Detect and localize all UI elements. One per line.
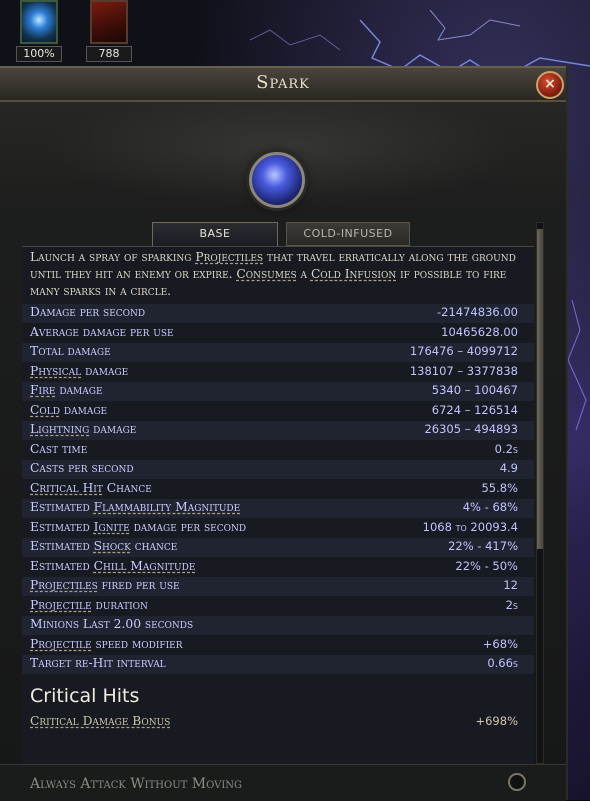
- stat-row: Estimated Ignite damage per second 1068 t…: [22, 519, 534, 538]
- stat-row: Lightning damage 26305 – 494893: [22, 421, 534, 440]
- stat-value: 10465628.00: [441, 324, 518, 339]
- stat-row: Total damage 176476 – 4099712: [22, 343, 534, 362]
- stat-label: Cast time: [30, 441, 88, 456]
- keyword-link[interactable]: Chill Magnitude: [94, 559, 196, 573]
- stat-label[interactable]: Projectiles fired per use: [30, 578, 180, 592]
- stat-value: 26305 – 494893: [424, 422, 518, 436]
- fire-demon-icon: [90, 0, 128, 44]
- stat-row: Minions Last 2.00 seconds: [22, 616, 534, 635]
- description-text: Launch a spray of sparking: [30, 250, 196, 264]
- stat-value: 176476 – 4099712: [409, 344, 518, 358]
- stat-row: Projectile duration 2s: [22, 597, 534, 616]
- stat-row: Damage per second -21474836.00: [22, 304, 534, 323]
- keyword-link[interactable]: Critical Hit: [30, 481, 103, 495]
- stat-row: Target re-Hit interval 0.66s: [22, 655, 534, 674]
- keyword-consumes[interactable]: Consumes: [236, 267, 296, 281]
- scrollbar[interactable]: [536, 222, 544, 764]
- keyword-link[interactable]: Fire: [30, 383, 55, 397]
- keyword-link[interactable]: Projectile: [30, 637, 92, 651]
- stat-value: +698%: [475, 714, 518, 728]
- tab-base[interactable]: BASE: [152, 222, 278, 246]
- always-attack-toggle[interactable]: [508, 773, 526, 791]
- stat-label[interactable]: Physical damage: [30, 364, 128, 378]
- stat-label[interactable]: Projectile duration: [30, 598, 148, 612]
- scroll-thumb[interactable]: [537, 229, 543, 549]
- keyword-link[interactable]: Ignite: [94, 520, 130, 534]
- tab-cold-infused[interactable]: COLD-INFUSED: [286, 222, 410, 246]
- stat-label: Damage per second: [30, 305, 146, 319]
- keyword-link[interactable]: Lightning: [30, 422, 89, 436]
- stat-value: 138107 – 3377838: [409, 363, 518, 378]
- stat-label: Target re-Hit interval: [30, 656, 166, 670]
- stat-value: 2s: [505, 597, 518, 612]
- stat-value: 6724 – 126514: [431, 402, 518, 417]
- keyword-projectiles[interactable]: Projectiles: [195, 250, 263, 264]
- stat-row: Estimated Chill Magnitude 22% - 50%: [22, 558, 534, 577]
- stat-row: Cold damage 6724 – 126514: [22, 402, 534, 421]
- stat-label: Casts per second: [30, 461, 134, 475]
- skill-header: [0, 102, 566, 216]
- stat-row: Estimated Shock chance 22% - 417%: [22, 538, 534, 557]
- stat-label: Total damage: [30, 344, 111, 358]
- buff-value: 788: [86, 46, 132, 62]
- keyword-link[interactable]: Shock: [94, 539, 131, 553]
- close-icon: ×: [544, 76, 556, 92]
- stat-label[interactable]: Cold damage: [30, 403, 107, 417]
- stat-label: Minions Last 2.00 seconds: [30, 617, 194, 631]
- panel-title: Spark: [256, 72, 310, 93]
- keyword-link[interactable]: Projectiles: [30, 578, 98, 592]
- stat-row: Critical Damage Bonus +698%: [22, 713, 534, 732]
- stat-label[interactable]: Lightning damage: [30, 422, 136, 436]
- buff-lightning[interactable]: 100%: [16, 0, 62, 64]
- keyword-link[interactable]: Cold: [30, 403, 60, 417]
- stat-row: Casts per second 4.9: [22, 460, 534, 479]
- stat-value: 0.66s: [487, 656, 518, 670]
- stat-label: Average damage per use: [30, 324, 174, 339]
- stat-value: 4% - 68%: [462, 500, 518, 514]
- stat-label[interactable]: Fire damage: [30, 383, 103, 397]
- option-label: Always Attack Without Moving: [30, 776, 243, 792]
- stat-value: 12: [503, 578, 518, 592]
- buff-value: 100%: [16, 46, 62, 62]
- stat-value: 55.8%: [481, 480, 518, 495]
- stat-row: Physical damage 138107 – 3377838: [22, 363, 534, 382]
- title-bar: Spark ×: [0, 66, 566, 102]
- stat-value: -21474836.00: [437, 305, 518, 319]
- stat-value: +68%: [482, 636, 518, 651]
- lightning-orb-icon: [20, 0, 58, 44]
- stat-label[interactable]: Critical Hit Chance: [30, 481, 152, 495]
- stat-row: Cast time 0.2s: [22, 441, 534, 460]
- stat-row: Average damage per use 10465628.00: [22, 324, 534, 343]
- stat-label[interactable]: Estimated Flammability Magnitude: [30, 500, 240, 514]
- stat-row: Estimated Flammability Magnitude 4% - 68%: [22, 499, 534, 518]
- stat-row: Projectiles fired per use 12: [22, 577, 534, 596]
- stat-value: 0.2s: [494, 441, 518, 456]
- keyword-link[interactable]: Projectile: [30, 598, 92, 612]
- close-button[interactable]: ×: [536, 71, 564, 99]
- stat-value: 5340 – 100467: [431, 383, 518, 397]
- skill-details: Launch a spray of sparking Projectiles t…: [22, 246, 534, 765]
- stat-value: 1068 to 20093.4: [422, 519, 518, 534]
- stat-label[interactable]: Estimated Ignite damage per second: [30, 520, 246, 534]
- stat-label[interactable]: Projectile speed modifier: [30, 637, 183, 651]
- stat-row: Fire damage 5340 – 100467: [22, 382, 534, 401]
- footer-option: Always Attack Without Moving: [0, 764, 566, 801]
- skill-description: Launch a spray of sparking Projectiles t…: [30, 249, 530, 300]
- description-text: a: [296, 267, 311, 281]
- spark-orb-icon: [249, 152, 305, 208]
- keyword-cold-infusion[interactable]: Cold Infusion: [311, 267, 396, 281]
- stat-value: 4.9: [499, 461, 518, 475]
- keyword-link[interactable]: Physical: [30, 364, 81, 378]
- keyword-link[interactable]: Flammability Magnitude: [94, 500, 241, 514]
- stat-label[interactable]: Estimated Chill Magnitude: [30, 559, 195, 573]
- buff-fire-demon[interactable]: 788: [86, 0, 132, 64]
- stat-value: 22% - 50%: [455, 558, 518, 573]
- skill-panel: Spark × BASE COLD-INFUSED Launch a spray…: [0, 66, 568, 801]
- stat-value: 22% - 417%: [448, 539, 518, 553]
- section-title-critical-hits: Critical Hits: [30, 685, 140, 707]
- stat-row: Projectile speed modifier +68%: [22, 636, 534, 655]
- stat-label[interactable]: Estimated Shock chance: [30, 539, 177, 553]
- stat-row: Critical Hit Chance 55.8%: [22, 480, 534, 499]
- stat-label[interactable]: Critical Damage Bonus: [30, 714, 170, 728]
